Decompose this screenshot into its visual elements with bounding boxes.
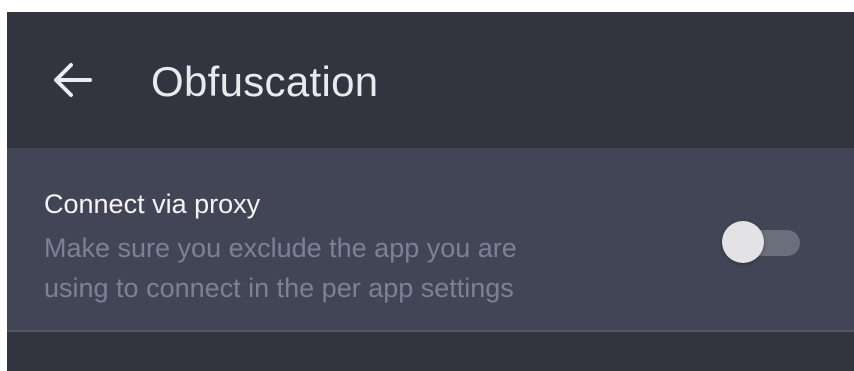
- proxy-toggle-switch[interactable]: [720, 220, 802, 266]
- setting-row-connect-via-proxy[interactable]: Connect via proxy Make sure you exclude …: [7, 148, 854, 332]
- setting-title: Connect via proxy: [44, 189, 261, 219]
- setting-description: Make sure you exclude the app you are us…: [44, 228, 664, 308]
- toggle-thumb: [722, 221, 764, 263]
- setting-description-line-2: using to connect in the per app settings: [44, 273, 514, 303]
- arrow-left-icon: [54, 63, 92, 97]
- setting-description-line-1: Make sure you exclude the app you are: [44, 233, 517, 263]
- settings-screen: Obfuscation Connect via proxy Make sure …: [7, 12, 854, 371]
- app-bar: Obfuscation: [7, 12, 854, 148]
- lower-area: [7, 332, 854, 371]
- back-button[interactable]: [47, 54, 99, 106]
- page-title: Obfuscation: [151, 58, 379, 105]
